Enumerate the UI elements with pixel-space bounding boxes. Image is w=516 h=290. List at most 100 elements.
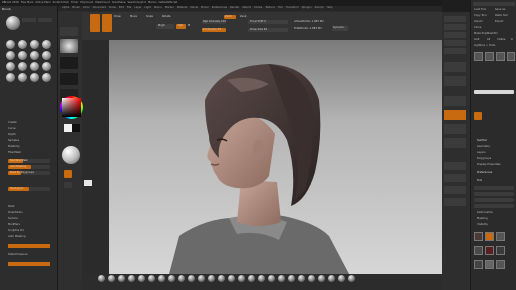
tool-preview-thumb[interactable] [474, 232, 483, 241]
brush-shelf-icon[interactable] [60, 39, 78, 53]
m-label[interactable]: M [188, 24, 190, 28]
bottom-brush-icon[interactable] [318, 275, 325, 282]
bottom-brush-icon[interactable] [118, 275, 125, 282]
tool-thumb[interactable] [496, 52, 505, 61]
menu-material[interactable]: Material [177, 7, 188, 10]
menu-help[interactable]: Help [327, 7, 333, 10]
viewport-canvas[interactable] [109, 40, 442, 274]
subtool-orange-button[interactable] [474, 112, 482, 120]
tool-make-polymesh[interactable]: Make PolyMesh3D [474, 32, 497, 36]
brush-thumb[interactable] [42, 62, 51, 71]
menu-preferences[interactable]: Preferences [212, 7, 227, 10]
tool-row[interactable] [474, 192, 514, 196]
section-masking[interactable]: Masking [477, 217, 488, 221]
section-geometry[interactable]: Geometry [477, 145, 490, 149]
menu-alpha[interactable]: Alpha [62, 7, 69, 10]
menu-color[interactable]: Color [83, 7, 90, 10]
draw-mode-button[interactable] [102, 14, 112, 32]
bottom-brush-icon[interactable] [308, 275, 315, 282]
bottom-brush-icon[interactable] [288, 275, 295, 282]
color-picker-square[interactable] [62, 98, 81, 117]
tool-preview-thumb[interactable] [485, 260, 494, 269]
bottom-brush-icon[interactable] [198, 275, 205, 282]
alpha-shelf-icon[interactable] [60, 73, 78, 85]
menu-document[interactable]: Document [93, 7, 106, 10]
menu-movie[interactable]: Movie [190, 7, 198, 10]
menu-texture[interactable]: Texture [265, 7, 275, 10]
section-tool[interactable]: Tool [477, 179, 482, 183]
tool-save-as[interactable]: Save As [495, 8, 505, 12]
brush-thumb[interactable] [6, 73, 15, 82]
bottom-brush-icon[interactable] [278, 275, 285, 282]
bottom-brush-icon[interactable] [178, 275, 185, 282]
zoom3d-button[interactable] [444, 124, 466, 134]
tool-load[interactable]: Load Tool [474, 8, 486, 12]
brush-slider[interactable]: Backface Mask [8, 159, 50, 163]
brush-thumb[interactable] [30, 62, 39, 71]
bottom-brush-icon[interactable] [238, 275, 245, 282]
aahalf-button[interactable] [444, 48, 466, 54]
tool-row[interactable] [474, 204, 514, 208]
bottom-brush-icon[interactable] [208, 275, 215, 282]
menu-light[interactable]: Light [144, 7, 150, 10]
bottom-brush-icon[interactable] [148, 275, 155, 282]
brush-section-elasticity[interactable]: Elasticity [8, 145, 20, 149]
brush-section-curve[interactable]: Curve [8, 127, 16, 131]
spix-button[interactable] [444, 24, 466, 30]
menu-stroke[interactable]: Stroke [254, 7, 262, 10]
bottom-brush-icon[interactable] [128, 275, 135, 282]
tool-row[interactable] [474, 186, 514, 190]
section-polygroups[interactable]: Polygroups [477, 157, 491, 161]
tool-export[interactable]: Export [495, 20, 504, 24]
draw-label[interactable]: Draw [114, 15, 121, 19]
brush-palette-title[interactable]: Brush [2, 8, 11, 11]
tool-row[interactable] [474, 198, 514, 202]
brush-thumb[interactable] [42, 40, 51, 49]
scale-label[interactable]: Scale [146, 15, 153, 19]
brush-thumb[interactable] [6, 62, 15, 71]
tool-thumb[interactable] [507, 52, 515, 61]
menu-macro[interactable]: Macro [154, 7, 162, 10]
shelf-button[interactable] [64, 182, 72, 188]
current-brush-icon[interactable] [6, 16, 20, 30]
actual-button[interactable] [444, 40, 466, 46]
move-label[interactable]: Move [130, 15, 137, 19]
brush-load-button[interactable] [22, 18, 36, 22]
menu-draw[interactable]: Draw [109, 7, 116, 10]
menu-stencil[interactable]: Stencil [242, 7, 251, 10]
tool-lightbox[interactable]: Lightbox > Tools [474, 44, 495, 48]
menu-tool[interactable]: Tool [278, 7, 283, 10]
section-subtool[interactable]: SubTool [477, 139, 487, 143]
brush-thumb[interactable] [18, 40, 27, 49]
brush-section-depth[interactable]: Depth [8, 133, 16, 137]
bottom-brush-icon[interactable] [158, 275, 165, 282]
main-color-swatch[interactable] [64, 124, 72, 132]
brush-thumb[interactable] [18, 73, 27, 82]
brush-section-samples[interactable]: Samples [8, 139, 19, 143]
tool-preview-thumb[interactable] [496, 246, 505, 255]
bottom-brush-icon[interactable] [108, 275, 115, 282]
bottom-brush-icon[interactable] [228, 275, 235, 282]
xpose-button[interactable] [444, 198, 466, 206]
frame-button[interactable] [444, 96, 466, 106]
brush-thumb[interactable] [18, 51, 27, 60]
menu-brush[interactable]: Brush [72, 7, 80, 10]
edit-mode-button[interactable] [90, 14, 100, 32]
brush-slider[interactable]: Topological [8, 187, 50, 191]
lock-icon[interactable] [64, 170, 72, 178]
menu-zscript[interactable]: Zscript [315, 7, 324, 10]
secondary-color-swatch[interactable] [72, 124, 80, 132]
quicksave-button[interactable]: QuickSave [112, 1, 126, 5]
tool-preview-thumb[interactable] [474, 260, 483, 269]
brush-save-button[interactable] [38, 18, 52, 22]
palette-header[interactable] [473, 2, 515, 6]
brush-section-sculptris-pro[interactable]: Sculptris Pro [8, 229, 24, 233]
tool-preview-thumb[interactable] [496, 232, 505, 241]
brush-thumb[interactable] [42, 51, 51, 60]
bottom-brush-icon[interactable] [268, 275, 275, 282]
bottom-brush-icon[interactable] [168, 275, 175, 282]
brush-thumb[interactable] [18, 62, 27, 71]
brush-section-fibermesh[interactable]: FiberMesh [8, 151, 21, 155]
stroke-shelf-icon[interactable] [60, 57, 78, 69]
bottom-brush-icon[interactable] [338, 275, 345, 282]
